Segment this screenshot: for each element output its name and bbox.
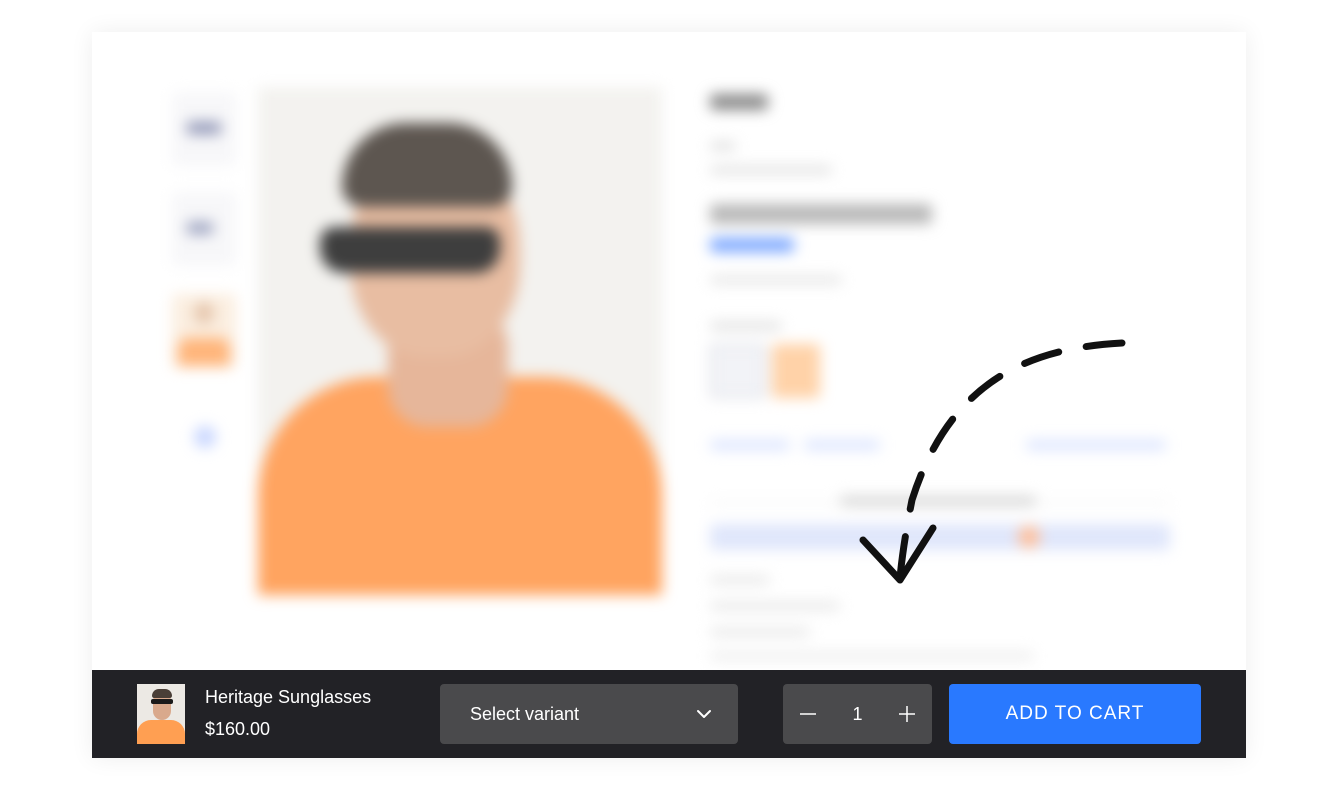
quantity-stepper: 1 [783, 684, 932, 744]
product-hero-image [258, 87, 662, 595]
add-to-cart-button[interactable]: ADD TO CART [949, 684, 1201, 744]
product-name: Heritage Sunglasses [205, 687, 372, 707]
variant-select-label: Select variant [470, 704, 580, 724]
gallery-thumbnail [172, 192, 236, 266]
sticky-add-to-cart-bar: Heritage Sunglasses $160.00 Select varia… [92, 670, 1246, 758]
product-thumbnail [137, 684, 185, 744]
minus-icon [800, 713, 816, 715]
product-price: $160.00 [205, 719, 271, 739]
increase-quantity-button[interactable] [882, 684, 932, 744]
decrease-quantity-button[interactable] [783, 684, 833, 744]
chevron-down-icon [697, 710, 711, 718]
quantity-value[interactable]: 1 [833, 684, 882, 744]
variant-select[interactable]: Select variant [440, 684, 738, 744]
plus-icon [899, 706, 915, 722]
gallery-thumbnail [172, 294, 236, 368]
gallery-video-icon [194, 426, 216, 448]
product-page-background [92, 32, 1246, 758]
blurred-product-page [92, 32, 1246, 758]
gallery-thumbnail [172, 92, 236, 166]
